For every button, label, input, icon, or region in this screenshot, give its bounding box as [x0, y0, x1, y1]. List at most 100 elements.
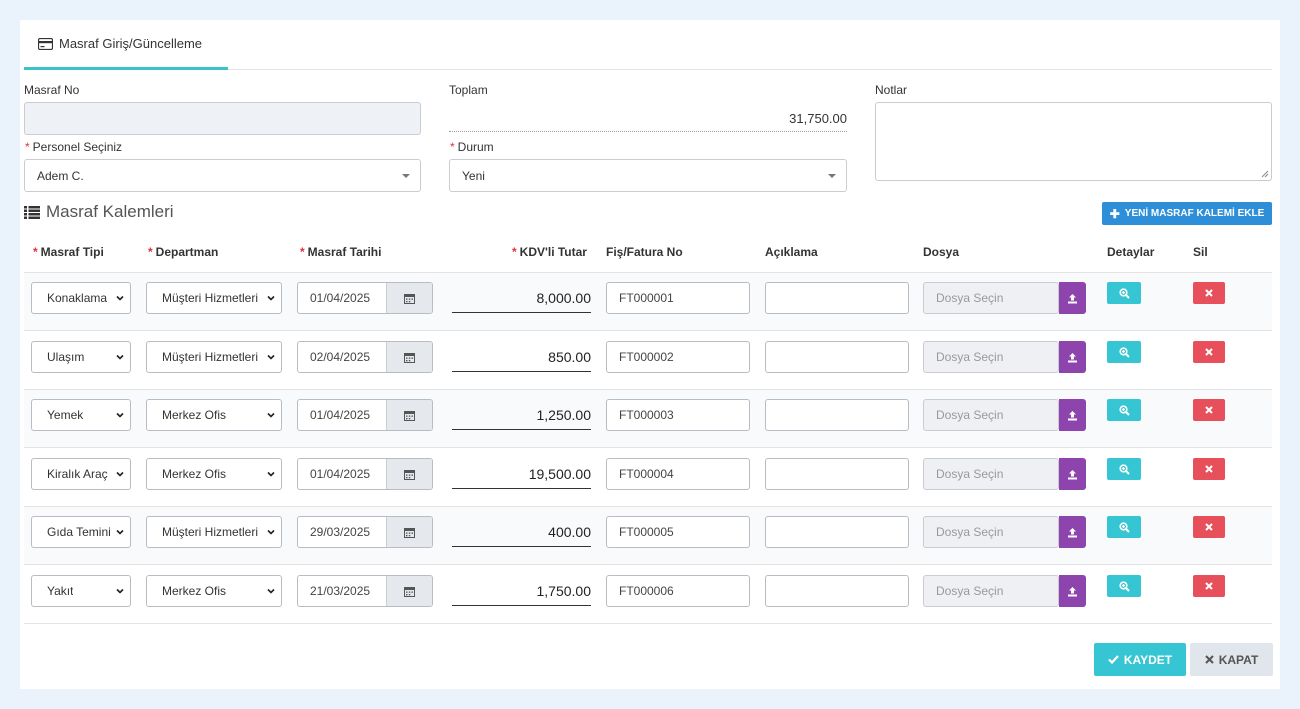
calendar-icon[interactable]: [386, 459, 432, 489]
details-button[interactable]: [1107, 575, 1141, 597]
tutar-input[interactable]: 400.00: [452, 517, 591, 547]
calendar-icon[interactable]: [386, 576, 432, 606]
masraf-tarihi-field[interactable]: 01/04/2025: [297, 399, 433, 431]
masraf-tipi-select[interactable]: Kiralık Araç: [31, 458, 131, 490]
file-select-field[interactable]: Dosya Seçin: [923, 516, 1059, 548]
add-expense-item-button[interactable]: ✚ YENİ MASRAF KALEMİ EKLE: [1102, 202, 1272, 225]
table-row: Gıda Temini Müşteri Hizmetleri 29/03/2025 4…: [24, 507, 1272, 565]
fis-no-input[interactable]: FT000006: [606, 575, 750, 607]
calendar-icon[interactable]: [386, 400, 432, 430]
tutar-input[interactable]: 8,000.00: [452, 283, 591, 313]
delete-button[interactable]: [1193, 516, 1225, 538]
tutar-input[interactable]: 1,250.00: [452, 400, 591, 430]
departman-select[interactable]: Müşteri Hizmetleri: [146, 282, 282, 314]
file-select-field[interactable]: Dosya Seçin: [923, 341, 1059, 373]
aciklama-input[interactable]: [765, 516, 909, 548]
table-row: Kiralık Araç Merkez Ofis 01/04/2025 19,500.…: [24, 449, 1272, 507]
masraf-tipi-select[interactable]: Konaklama: [31, 282, 131, 314]
delete-button[interactable]: [1193, 458, 1225, 480]
departman-select[interactable]: Müşteri Hizmetleri: [146, 341, 282, 373]
masraf-tipi-select[interactable]: Yakıt: [31, 575, 131, 607]
departman-select[interactable]: Merkez Ofis: [146, 458, 282, 490]
details-button[interactable]: [1107, 341, 1141, 363]
header-fis-no: Fiş/Fatura No: [606, 245, 683, 259]
upload-button[interactable]: [1059, 458, 1086, 490]
fis-no-input[interactable]: FT000004: [606, 458, 750, 490]
file-select-field[interactable]: Dosya Seçin: [923, 399, 1059, 431]
close-button[interactable]: KAPAT: [1190, 643, 1273, 676]
departman-select[interactable]: Merkez Ofis: [146, 575, 282, 607]
masraf-tarihi-field[interactable]: 02/04/2025: [297, 341, 433, 373]
chevron-down-icon: [116, 295, 124, 301]
departman-select[interactable]: Müşteri Hizmetleri: [146, 516, 282, 548]
fis-no-input[interactable]: FT000005: [606, 516, 750, 548]
calendar-icon[interactable]: [386, 283, 432, 313]
aciklama-input[interactable]: [765, 282, 909, 314]
masraf-tarihi-field[interactable]: 01/04/2025: [297, 458, 433, 490]
zoom-in-icon: [1118, 346, 1130, 358]
save-button[interactable]: KAYDET: [1094, 643, 1186, 676]
details-button[interactable]: [1107, 282, 1141, 304]
calendar-icon[interactable]: [386, 342, 432, 372]
credit-card-icon: [38, 37, 53, 50]
upload-button[interactable]: [1059, 575, 1086, 607]
section-title: Masraf Kalemleri: [24, 202, 174, 222]
zoom-in-icon: [1118, 521, 1130, 533]
aciklama-input[interactable]: [765, 399, 909, 431]
fis-no-input[interactable]: FT000003: [606, 399, 750, 431]
caret-down-icon: [828, 174, 836, 178]
fis-no-input[interactable]: FT000002: [606, 341, 750, 373]
table-row: Yemek Merkez Ofis 01/04/2025 1,250.00 FT0000…: [24, 390, 1272, 448]
upload-button[interactable]: [1059, 399, 1086, 431]
close-icon: [1205, 465, 1213, 473]
tab-bar: Masraf Giriş/Güncelleme: [24, 20, 1272, 70]
masraf-tipi-select[interactable]: Ulaşım: [31, 341, 131, 373]
durum-select[interactable]: Yeni: [449, 159, 847, 192]
delete-button[interactable]: [1193, 341, 1225, 363]
close-icon: [1205, 406, 1213, 414]
upload-button[interactable]: [1059, 282, 1086, 314]
header-sil: Sil: [1193, 245, 1208, 259]
zoom-in-icon: [1118, 404, 1130, 416]
tutar-input[interactable]: 1,750.00: [452, 576, 591, 606]
chevron-down-icon: [267, 471, 275, 477]
details-button[interactable]: [1107, 399, 1141, 421]
masraf-tarihi-field[interactable]: 01/04/2025: [297, 282, 433, 314]
masraf-tipi-select[interactable]: Gıda Temini: [31, 516, 131, 548]
departman-select[interactable]: Merkez Ofis: [146, 399, 282, 431]
notlar-textarea[interactable]: [875, 102, 1272, 181]
file-select-field[interactable]: Dosya Seçin: [923, 458, 1059, 490]
masraf-tarihi-field[interactable]: 21/03/2025: [297, 575, 433, 607]
details-button[interactable]: [1107, 458, 1141, 480]
header-masraf-tarihi: * Masraf Tarihi: [300, 245, 382, 259]
aciklama-input[interactable]: [765, 458, 909, 490]
masraf-tipi-select[interactable]: Yemek: [31, 399, 131, 431]
masraf-no-field[interactable]: [24, 102, 421, 135]
table-row: Ulaşım Müşteri Hizmetleri 02/04/2025 850.00…: [24, 332, 1272, 390]
file-select-field[interactable]: Dosya Seçin: [923, 575, 1059, 607]
delete-button[interactable]: [1193, 575, 1225, 597]
masraf-tarihi-field[interactable]: 29/03/2025: [297, 516, 433, 548]
caret-down-icon: [402, 174, 410, 178]
details-button[interactable]: [1107, 516, 1141, 538]
delete-button[interactable]: [1193, 399, 1225, 421]
aciklama-input[interactable]: [765, 341, 909, 373]
aciklama-input[interactable]: [765, 575, 909, 607]
zoom-in-icon: [1118, 463, 1130, 475]
header-masraf-tipi: * Masraf Tipi: [33, 245, 104, 259]
tutar-input[interactable]: 850.00: [452, 342, 591, 372]
upload-button[interactable]: [1059, 516, 1086, 548]
calendar-icon[interactable]: [386, 517, 432, 547]
close-icon: [1205, 582, 1213, 590]
file-select-field[interactable]: Dosya Seçin: [923, 282, 1059, 314]
delete-button[interactable]: [1193, 282, 1225, 304]
tab-expense-entry[interactable]: Masraf Giriş/Güncelleme: [24, 20, 228, 70]
fis-no-input[interactable]: FT000001: [606, 282, 750, 314]
personel-label: * Personel Seçiniz: [25, 140, 123, 154]
upload-button[interactable]: [1059, 341, 1086, 373]
personel-select[interactable]: Adem C.: [24, 159, 421, 192]
tutar-input[interactable]: 19,500.00: [452, 459, 591, 489]
zoom-in-icon: [1118, 287, 1130, 299]
resize-handle-icon[interactable]: [1261, 170, 1269, 178]
header-aciklama: Açıklama: [765, 245, 818, 259]
